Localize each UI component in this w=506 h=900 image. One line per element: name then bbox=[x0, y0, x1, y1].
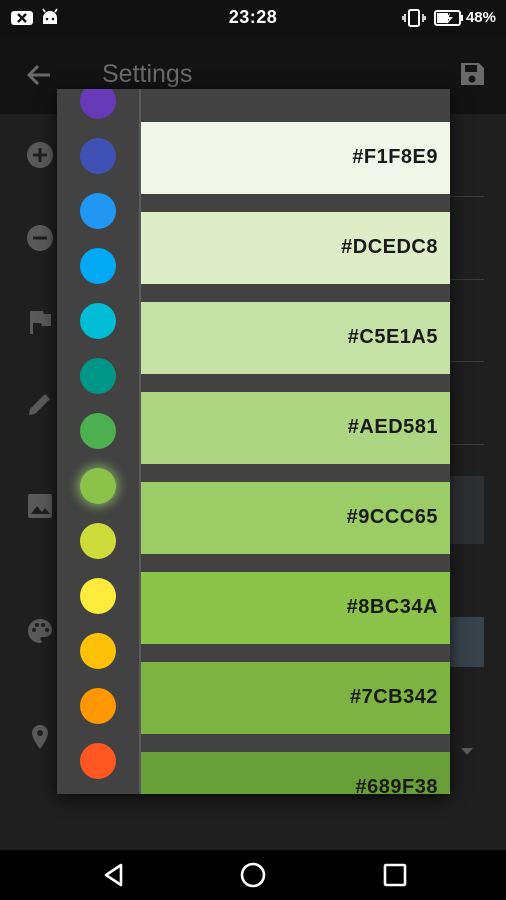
shade-separator bbox=[141, 374, 450, 392]
divider bbox=[450, 361, 484, 362]
color-swatch-amber[interactable] bbox=[80, 633, 116, 669]
navigation-bar bbox=[0, 850, 506, 900]
shade-separator bbox=[141, 194, 450, 212]
text-field-background bbox=[450, 476, 484, 544]
shade-row[interactable]: #C5E1A5 bbox=[141, 302, 450, 374]
save-icon[interactable] bbox=[458, 60, 486, 93]
color-field-background bbox=[450, 617, 484, 667]
shade-separator bbox=[141, 644, 450, 662]
add-circle-icon bbox=[26, 141, 54, 174]
battery-percent: 48% bbox=[465, 9, 496, 26]
battery-icon bbox=[434, 10, 464, 31]
shade-row[interactable]: #9CCC65 bbox=[141, 482, 450, 554]
color-swatch-teal[interactable] bbox=[80, 358, 116, 394]
shade-hex-label: #F1F8E9 bbox=[352, 146, 438, 168]
divider bbox=[450, 279, 484, 280]
pencil-icon bbox=[26, 390, 54, 423]
location-pin-icon bbox=[26, 723, 54, 756]
dropdown-arrow-icon bbox=[460, 744, 474, 762]
shade-row[interactable]: #AED581 bbox=[141, 392, 450, 464]
shade-row[interactable]: #689F38 bbox=[141, 752, 450, 794]
divider bbox=[450, 444, 484, 445]
back-arrow-icon[interactable] bbox=[26, 62, 52, 93]
color-swatch-indigo[interactable] bbox=[80, 138, 116, 174]
color-picker-dialog: #F1F8E9 #DCEDC8 #C5E1A5 #AED581 #9CCC65 #8BC3… bbox=[57, 89, 450, 794]
shade-row[interactable]: #F1F8E9 bbox=[141, 122, 450, 194]
nav-back-icon[interactable] bbox=[101, 862, 127, 893]
color-swatch-deep-purple[interactable] bbox=[80, 89, 116, 119]
divider bbox=[450, 196, 484, 197]
shade-hex-label: #689F38 bbox=[355, 776, 438, 794]
color-swatch-blue[interactable] bbox=[80, 193, 116, 229]
shade-row[interactable]: #DCEDC8 bbox=[141, 212, 450, 284]
shade-hex-label: #7CB342 bbox=[349, 686, 438, 708]
shade-hex-label: #8BC34A bbox=[346, 596, 438, 618]
color-swatch-deep-orange[interactable] bbox=[80, 743, 116, 779]
vibrate-icon bbox=[402, 8, 426, 33]
color-swatch-yellow[interactable] bbox=[80, 578, 116, 614]
shade-hex-label: #C5E1A5 bbox=[347, 326, 438, 348]
palette-icon bbox=[26, 617, 54, 650]
shade-hex-label: #DCEDC8 bbox=[341, 236, 438, 258]
remove-circle-icon bbox=[26, 224, 54, 257]
color-swatch-green[interactable] bbox=[80, 413, 116, 449]
clock: 23:28 bbox=[228, 7, 278, 27]
shade-separator bbox=[141, 464, 450, 482]
page-title: Settings bbox=[102, 60, 193, 88]
shade-separator bbox=[141, 89, 450, 122]
color-swatch-lime[interactable] bbox=[80, 523, 116, 559]
color-swatch-light-blue[interactable] bbox=[80, 248, 116, 284]
primary-color-palette bbox=[57, 89, 139, 794]
shade-hex-label: #9CCC65 bbox=[346, 506, 438, 528]
image-icon bbox=[26, 492, 54, 525]
shade-separator bbox=[141, 284, 450, 302]
color-swatch-orange[interactable] bbox=[80, 688, 116, 724]
shade-row[interactable]: #8BC34A bbox=[141, 572, 450, 644]
color-swatch-cyan[interactable] bbox=[80, 303, 116, 339]
shade-separator bbox=[141, 554, 450, 572]
shade-list: #F1F8E9 #DCEDC8 #C5E1A5 #AED581 #9CCC65 #8BC3… bbox=[141, 89, 450, 794]
shade-hex-label: #AED581 bbox=[347, 416, 438, 438]
status-bar: 23:28 48% bbox=[0, 0, 506, 36]
nav-recents-icon[interactable] bbox=[382, 862, 408, 893]
shade-row[interactable]: #7CB342 bbox=[141, 662, 450, 734]
shade-separator bbox=[141, 734, 450, 752]
flag-icon bbox=[26, 308, 54, 341]
color-swatch-light-green[interactable] bbox=[80, 468, 116, 504]
nav-home-icon[interactable] bbox=[240, 862, 266, 893]
